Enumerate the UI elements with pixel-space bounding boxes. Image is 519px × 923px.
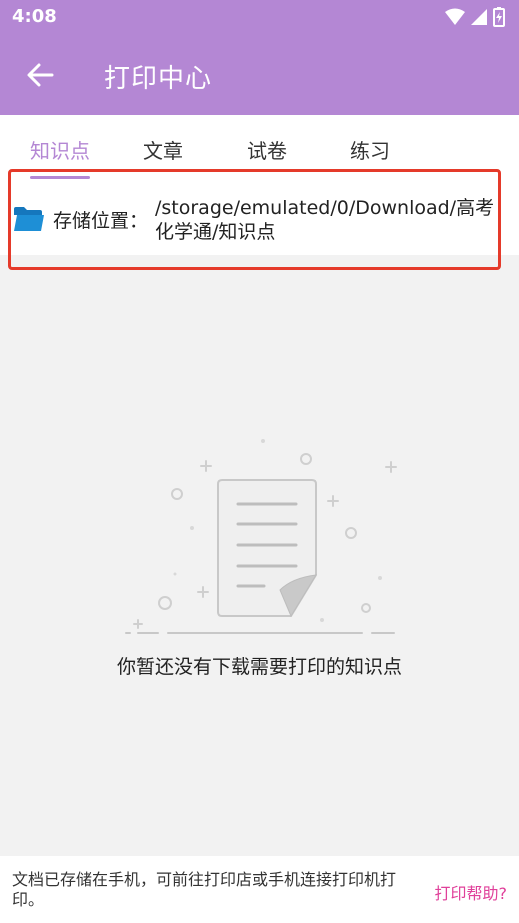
footer-bar: 文档已存储在手机，可前往打印店或手机连接打印机打印。 打印帮助?	[0, 856, 519, 923]
page-title: 打印中心	[104, 64, 213, 94]
tab-exercises[interactable]: 练习	[350, 135, 390, 164]
app-bar: 4:08 打印中心	[0, 0, 519, 115]
folder-icon	[14, 207, 44, 231]
back-arrow-icon[interactable]	[22, 57, 58, 93]
empty-message: 你暂还没有下载需要打印的知识点	[116, 656, 402, 678]
signal-icon	[471, 9, 487, 25]
status-icons	[445, 7, 505, 27]
storage-label: 存储位置：	[53, 210, 149, 232]
wifi-icon	[445, 8, 465, 25]
footer-info: 文档已存储在手机，可前往打印店或手机连接打印机打印。	[12, 870, 397, 909]
battery-icon	[493, 7, 505, 27]
print-help-link[interactable]: 打印帮助?	[435, 880, 508, 904]
status-bar: 4:08	[0, 0, 519, 36]
status-time: 4:08	[12, 6, 57, 27]
storage-path: /storage/emulated/0/Download/高考化学通/知识点	[155, 197, 495, 243]
tab-articles[interactable]: 文章	[143, 135, 183, 164]
tab-knowledge-points[interactable]: 知识点	[30, 135, 90, 164]
tab-exams[interactable]: 试卷	[247, 135, 287, 164]
empty-document-illustration	[125, 439, 397, 634]
